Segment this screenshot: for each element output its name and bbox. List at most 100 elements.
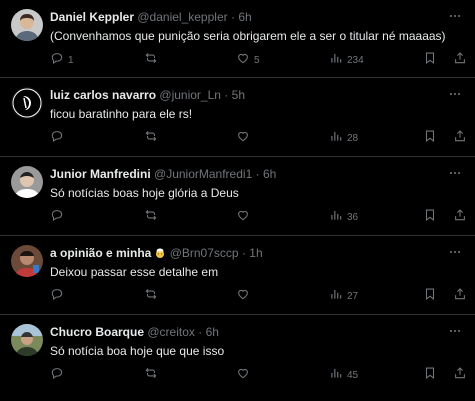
user-handle[interactable]: @creitox [147,325,195,339]
retweet-icon [144,129,158,148]
views-chart-icon [329,287,343,306]
user-handle[interactable]: @Brn07sccp [170,246,239,260]
display-name[interactable]: Chucro Boarque [50,325,144,339]
view-count: 28 [347,132,359,144]
views-chart-icon [329,129,343,148]
reply-icon [50,51,64,70]
user-handle[interactable]: @junior_Ln [159,88,221,102]
more-options-icon[interactable] [448,87,462,104]
timestamp[interactable]: 1h [249,246,262,260]
views-button[interactable]: 36 [329,209,358,225]
avatar[interactable] [11,245,43,277]
avatar[interactable] [11,324,43,356]
reply-button[interactable] [50,288,68,304]
retweet-button[interactable] [144,209,162,225]
share-button[interactable] [453,208,467,225]
user-handle[interactable]: @JuniorManfredi1 [154,167,252,181]
avatar[interactable] [11,87,43,119]
display-name[interactable]: Junior Manfredini [50,167,151,181]
timestamp[interactable]: 5h [232,88,245,102]
avatar[interactable] [11,9,43,41]
share-button[interactable] [453,287,467,306]
action-bar: 45 [0,366,475,385]
tweet-4[interactable]: a opinião e minha @Brn07sccp · 1h Deixou… [0,236,475,315]
view-count: 27 [347,290,359,302]
tweet-header: Chucro Boarque @creitox · 6h [50,324,219,340]
tweet-1[interactable]: Daniel Keppler @daniel_keppler · 6h (Con… [0,0,475,78]
display-name[interactable]: Daniel Keppler [50,10,134,24]
more-options-icon[interactable] [448,324,462,341]
display-name[interactable]: a opinião e minha [50,246,151,260]
user-handle[interactable]: @daniel_keppler [137,10,227,24]
cook-emoji-icon [154,247,166,263]
views-button[interactable]: 27 [329,288,358,304]
avatar[interactable] [11,166,43,198]
like-button[interactable] [236,288,254,304]
retweet-icon [144,208,158,227]
share-button[interactable] [453,51,467,70]
tweet-text: Deixou passar esse detalhe em [50,265,219,279]
action-bar: 1 5 234 [0,51,475,70]
heart-icon [236,51,250,70]
tweet-header: Junior Manfredini @JuniorManfredi1 · 6h [50,166,276,182]
bookmark-icon [423,129,437,148]
like-button[interactable] [236,130,254,146]
separator-dot: · [241,246,246,260]
retweet-button[interactable] [144,52,162,68]
views-button[interactable]: 234 [329,52,364,68]
retweet-icon [144,366,158,385]
timestamp[interactable]: 6h [238,10,251,24]
bookmark-button[interactable] [423,209,437,225]
view-count: 45 [347,369,359,381]
tweet-header: Daniel Keppler @daniel_keppler · 6h [50,9,252,25]
reply-icon [50,287,64,306]
like-button[interactable]: 5 [236,52,260,68]
separator-dot: · [198,325,203,339]
retweet-button[interactable] [144,288,162,304]
share-icon [453,51,467,70]
views-chart-icon [329,51,343,70]
timestamp[interactable]: 6h [206,325,219,339]
bookmark-button[interactable] [423,288,437,304]
display-name[interactable]: luiz carlos navarro [50,88,156,102]
share-button[interactable] [453,129,467,146]
views-chart-icon [329,366,343,385]
bookmark-icon [423,366,437,385]
retweet-icon [144,51,158,70]
tweet-2[interactable]: luiz carlos navarro @junior_Ln · 5h fico… [0,78,475,157]
share-icon [453,366,467,385]
reply-button[interactable] [50,209,68,225]
like-button[interactable] [236,367,254,383]
view-count: 36 [347,211,359,223]
retweet-button[interactable] [144,367,162,383]
bookmark-icon [423,287,437,306]
reply-button[interactable]: 1 [50,52,74,68]
reply-count: 1 [68,54,74,66]
share-button[interactable] [453,366,467,385]
more-options-icon[interactable] [448,245,462,262]
tweet-header: luiz carlos navarro @junior_Ln · 5h [50,87,245,103]
tweet-3[interactable]: Junior Manfredini @JuniorManfredi1 · 6h … [0,157,475,236]
tweet-5[interactable]: Chucro Boarque @creitox · 6h Só notícia … [0,315,475,398]
share-icon [453,287,467,306]
more-options-icon[interactable] [448,166,462,183]
heart-icon [236,287,250,306]
reply-feed: Daniel Keppler @daniel_keppler · 6h (Con… [0,0,475,401]
separator-dot: · [230,10,235,24]
tweet-text: (Convenhamos que punição seria obrigarem… [50,29,446,43]
bookmark-button[interactable] [423,130,437,146]
separator-dot: · [224,88,229,102]
bookmark-button[interactable] [423,52,437,68]
tweet-text: Só notícia boa hoje que que isso [50,344,225,358]
like-button[interactable] [236,209,254,225]
retweet-button[interactable] [144,130,162,146]
like-count: 5 [254,54,260,66]
views-button[interactable]: 45 [329,367,358,383]
bookmark-button[interactable] [423,367,437,383]
views-button[interactable]: 28 [329,130,358,146]
more-options-icon[interactable] [448,9,462,26]
tweet-text: Só notícias boas hoje glória a Deus [50,186,239,200]
reply-button[interactable] [50,367,68,383]
timestamp[interactable]: 6h [263,167,276,181]
reply-button[interactable] [50,130,68,146]
